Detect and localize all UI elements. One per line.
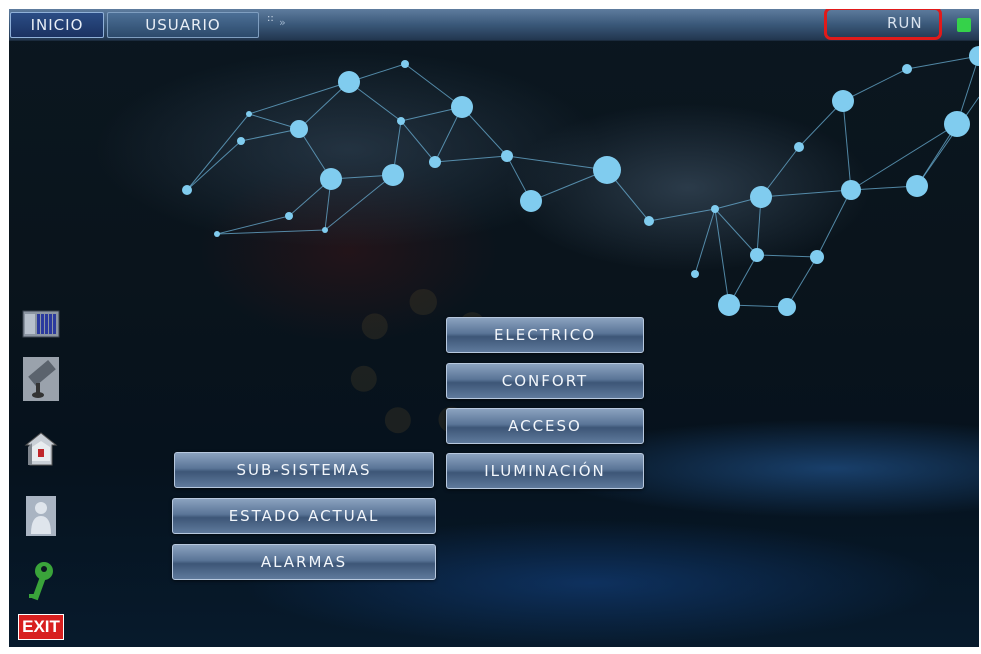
hmi-screen: INICIO USUARIO :: » RUN EXIT SUB-SISTEMA… — [9, 9, 979, 647]
inicio-button[interactable]: INICIO — [10, 12, 104, 38]
run-highlight-box — [824, 9, 942, 40]
confort-button[interactable]: CONFORT — [446, 363, 644, 399]
drag-handle-icon[interactable]: :: — [267, 14, 274, 24]
usuario-button[interactable]: USUARIO — [107, 12, 259, 38]
alarmas-button[interactable]: ALARMAS — [172, 544, 436, 580]
security-camera-icon[interactable] — [21, 357, 61, 401]
user-icon[interactable] — [21, 496, 61, 536]
run-status-indicator — [957, 18, 971, 32]
key-icon[interactable] — [21, 561, 61, 601]
exit-label: EXIT — [18, 614, 64, 640]
expand-arrow-icon[interactable]: » — [279, 16, 286, 29]
acceso-button[interactable]: ACCESO — [446, 408, 644, 444]
sub-sistemas-button[interactable]: SUB-SISTEMAS — [174, 452, 434, 488]
plc-rack-icon[interactable] — [21, 304, 61, 344]
home-security-icon[interactable] — [21, 429, 61, 469]
iluminacion-button[interactable]: ILUMINACIÓN — [446, 453, 644, 489]
exit-icon[interactable]: EXIT — [18, 611, 64, 643]
electrico-button[interactable]: ELECTRICO — [446, 317, 644, 353]
estado-actual-button[interactable]: ESTADO ACTUAL — [172, 498, 436, 534]
